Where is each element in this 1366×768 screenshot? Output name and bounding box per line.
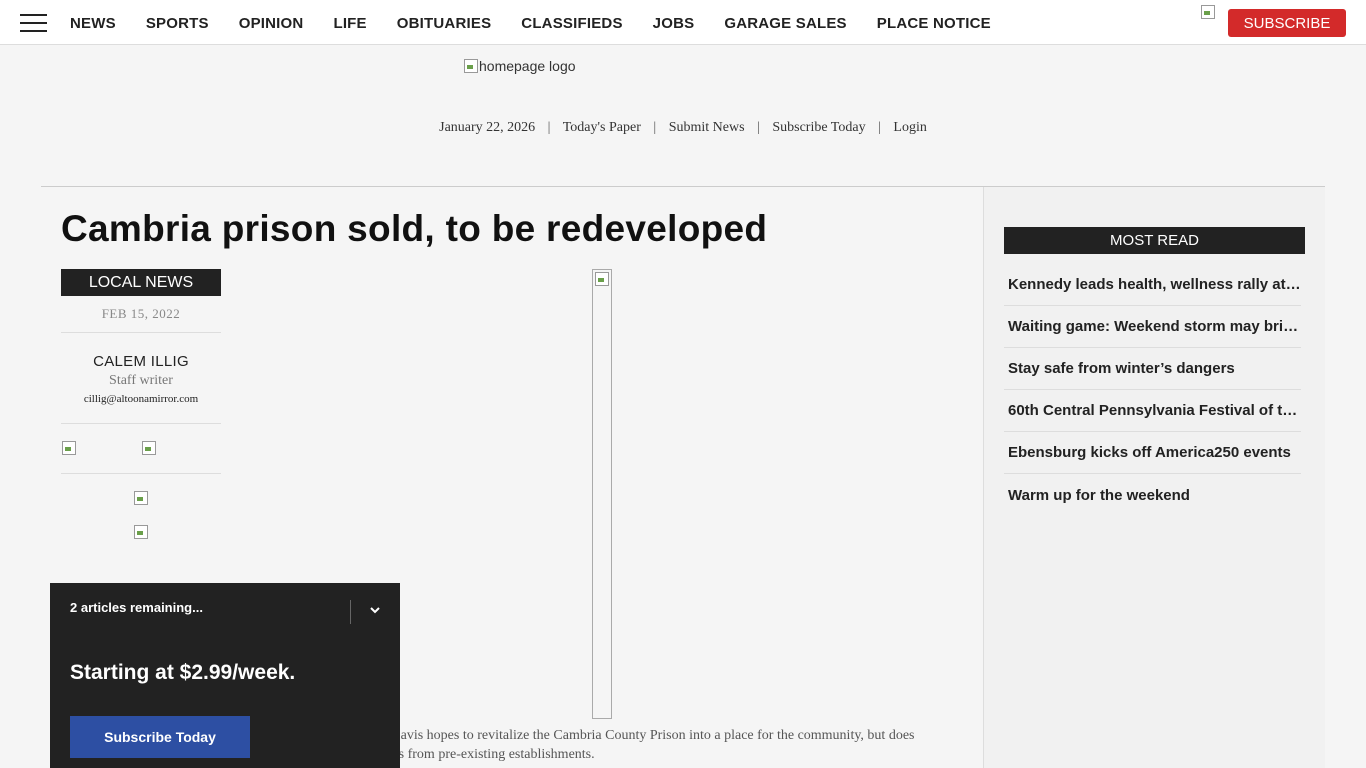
- author-name[interactable]: CALEM ILLIG: [61, 353, 221, 370]
- list-item: Warm up for the weekend: [1004, 474, 1301, 516]
- most-read-list: Kennedy leads health, wellness rally at …: [1004, 264, 1301, 516]
- top-navbar: NEWS SPORTS OPINION LIFE OBITUARIES CLAS…: [0, 0, 1366, 45]
- share-row: [61, 424, 221, 474]
- most-read-link[interactable]: Waiting game: Weekend storm may bring he…: [1008, 318, 1301, 335]
- most-read-link[interactable]: Stay safe from winter’s dangers: [1008, 360, 1301, 377]
- article-headline: Cambria prison sold, to be redeveloped: [61, 208, 768, 249]
- list-item: Ebensburg kicks off America250 events: [1004, 432, 1301, 474]
- separator: |: [653, 120, 657, 135]
- article-meta: LOCAL NEWS FEB 15, 2022 CALEM ILLIG Staf…: [61, 269, 221, 540]
- share-column: [61, 474, 221, 540]
- article-photo: [592, 269, 612, 719]
- article-date: FEB 15, 2022: [61, 306, 221, 333]
- email-share-icon[interactable]: [133, 490, 149, 506]
- nav-jobs[interactable]: JOBS: [653, 15, 695, 32]
- nav-news[interactable]: NEWS: [70, 15, 116, 32]
- nav-obituaries[interactable]: OBITUARIES: [397, 15, 492, 32]
- separator: |: [878, 120, 881, 135]
- subscribe-button[interactable]: SUBSCRIBE: [1228, 9, 1346, 37]
- logo-alt-text: homepage logo: [479, 58, 576, 74]
- caption-line: ness from pre-existing establishments.: [380, 747, 595, 762]
- nav-garage-sales[interactable]: GARAGE SALES: [724, 15, 846, 32]
- subscribe-today-link[interactable]: Subscribe Today: [772, 120, 865, 135]
- photo-caption: g Davis hopes to revitalize the Cambria …: [380, 726, 965, 764]
- chevron-down-icon[interactable]: [368, 603, 382, 617]
- subscribe-today-button[interactable]: Subscribe Today: [70, 716, 250, 758]
- menu-icon[interactable]: [20, 14, 47, 32]
- twitter-share-icon[interactable]: [141, 440, 157, 456]
- nav-opinion[interactable]: OPINION: [239, 15, 304, 32]
- nav-place-notice[interactable]: PLACE NOTICE: [877, 15, 991, 32]
- paywall-overlay: 2 articles remaining... Starting at $2.9…: [50, 583, 400, 768]
- homepage-logo[interactable]: homepage logo: [463, 58, 576, 74]
- list-item: 60th Central Pennsylvania Festival of th…: [1004, 390, 1301, 432]
- facebook-share-icon[interactable]: [61, 440, 77, 456]
- divider: [350, 600, 351, 624]
- list-item: Kennedy leads health, wellness rally at …: [1004, 264, 1301, 306]
- separator: |: [757, 120, 760, 135]
- main-nav: NEWS SPORTS OPINION LIFE OBITUARIES CLAS…: [70, 15, 1021, 32]
- todays-paper-link[interactable]: Today's Paper: [563, 120, 641, 135]
- most-read-header: MOST READ: [1004, 227, 1305, 254]
- separator: |: [547, 120, 551, 135]
- submit-news-link[interactable]: Submit News: [669, 120, 745, 135]
- utility-bar: January 22, 2026 | Today's Paper | Submi…: [0, 120, 1366, 136]
- most-read-link[interactable]: Kennedy leads health, wellness rally at …: [1008, 276, 1301, 293]
- most-read-link[interactable]: Warm up for the weekend: [1008, 487, 1301, 504]
- nav-classifieds[interactable]: CLASSIFIEDS: [521, 15, 622, 32]
- column-divider: [983, 187, 984, 768]
- broken-image-icon: [594, 271, 610, 287]
- price-text: Starting at $2.99/week.: [70, 661, 296, 684]
- caption-line: g Davis hopes to revitalize the Cambria …: [380, 728, 915, 743]
- broken-image-icon: [463, 58, 479, 74]
- list-item: Stay safe from winter’s dangers: [1004, 348, 1301, 390]
- most-read-link[interactable]: Ebensburg kicks off America250 events: [1008, 444, 1301, 461]
- login-link[interactable]: Login: [893, 120, 926, 135]
- broken-image-icon: [1200, 4, 1216, 20]
- nav-life[interactable]: LIFE: [333, 15, 366, 32]
- category-badge[interactable]: LOCAL NEWS: [61, 269, 221, 296]
- articles-remaining: 2 articles remaining...: [70, 600, 203, 615]
- current-date: January 22, 2026: [439, 120, 536, 135]
- print-icon[interactable]: [133, 524, 149, 540]
- author-role: Staff writer: [109, 373, 173, 388]
- list-item: Waiting game: Weekend storm may bring he…: [1004, 306, 1301, 348]
- most-read-link[interactable]: 60th Central Pennsylvania Festival of th…: [1008, 402, 1301, 419]
- author-email[interactable]: cillig@altoonamirror.com: [61, 393, 221, 424]
- nav-sports[interactable]: SPORTS: [146, 15, 209, 32]
